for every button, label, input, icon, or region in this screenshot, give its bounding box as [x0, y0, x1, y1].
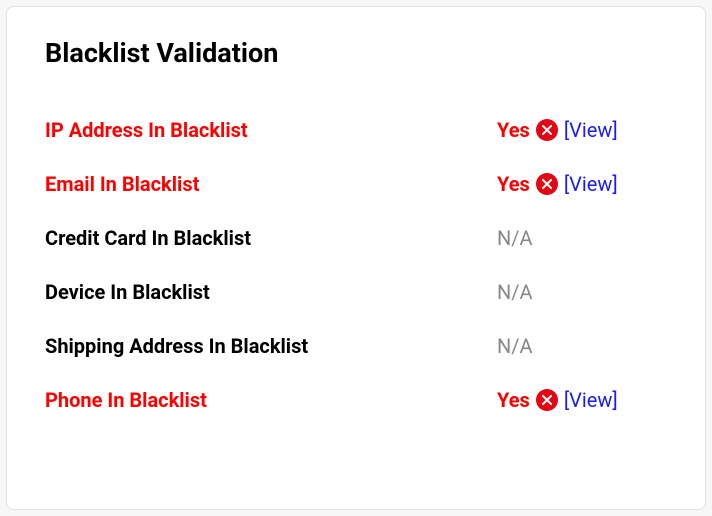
- row-value: Yes: [497, 388, 530, 412]
- row-label: Phone In Blacklist: [45, 388, 207, 412]
- row-value: N/A: [497, 280, 533, 304]
- row-value: N/A: [497, 226, 533, 250]
- row-ip-address: IP Address In Blacklist Yes [View]: [45, 103, 667, 157]
- row-value: Yes: [497, 172, 530, 196]
- row-value: Yes: [497, 118, 530, 142]
- row-credit-card: Credit Card In Blacklist N/A: [45, 211, 667, 265]
- view-link[interactable]: [View]: [564, 118, 618, 142]
- card-title: Blacklist Validation: [45, 37, 667, 69]
- x-circle-icon: [536, 389, 558, 411]
- x-circle-icon: [536, 119, 558, 141]
- row-label: Email In Blacklist: [45, 172, 199, 196]
- view-link[interactable]: [View]: [564, 388, 618, 412]
- blacklist-validation-card: Blacklist Validation IP Address In Black…: [6, 6, 706, 510]
- row-label: IP Address In Blacklist: [45, 118, 248, 142]
- row-label: Device In Blacklist: [45, 280, 210, 304]
- row-device: Device In Blacklist N/A: [45, 265, 667, 319]
- x-circle-icon: [536, 173, 558, 195]
- row-shipping-address: Shipping Address In Blacklist N/A: [45, 319, 667, 373]
- row-label: Shipping Address In Blacklist: [45, 334, 308, 358]
- row-phone: Phone In Blacklist Yes [View]: [45, 373, 667, 427]
- row-email: Email In Blacklist Yes [View]: [45, 157, 667, 211]
- row-value: N/A: [497, 334, 533, 358]
- view-link[interactable]: [View]: [564, 172, 618, 196]
- row-label: Credit Card In Blacklist: [45, 226, 251, 250]
